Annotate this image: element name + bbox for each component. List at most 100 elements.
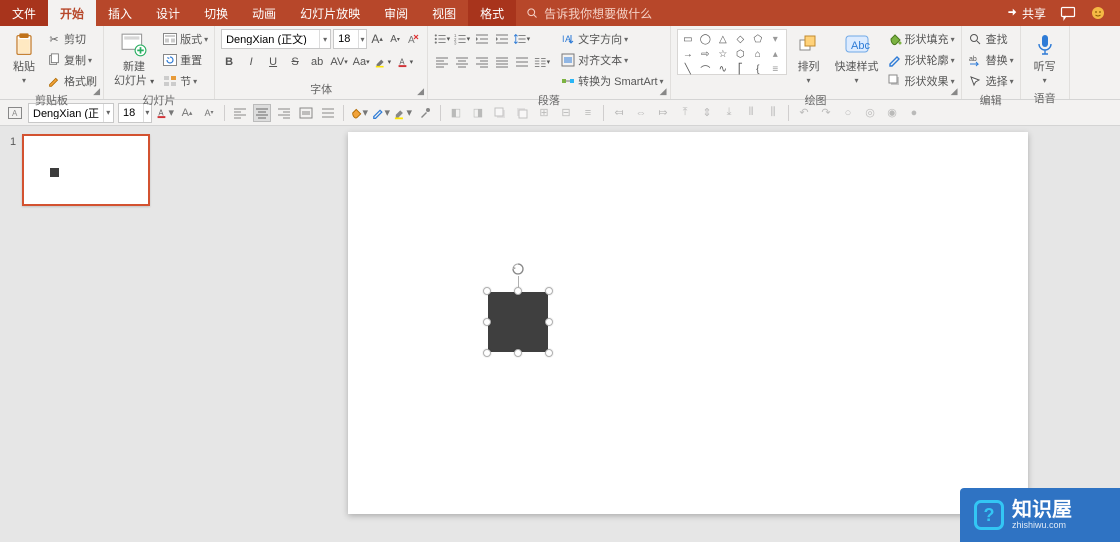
qat-circle-2[interactable]: ◎ <box>861 104 879 122</box>
qat-highlight[interactable]: ▾ <box>394 104 412 122</box>
layout-button[interactable]: 版式▾ <box>162 29 208 49</box>
qat-bring-front[interactable] <box>491 104 509 122</box>
shrink-font-button[interactable]: A▾ <box>387 31 403 47</box>
numbering-button[interactable]: 123▾ <box>454 31 470 47</box>
align-text-button[interactable]: 对齐文本▾ <box>560 50 663 70</box>
chevron-down-icon[interactable]: ▾ <box>319 30 330 48</box>
qat-align-middle[interactable] <box>297 104 315 122</box>
highlight-button[interactable]: ▾ <box>375 54 391 70</box>
resize-handle-b[interactable] <box>514 349 522 357</box>
resize-handle-bl[interactable] <box>483 349 491 357</box>
dictate-button[interactable]: 听写▾ <box>1027 29 1063 89</box>
paragraph-dialog-launcher[interactable]: ◢ <box>660 86 667 97</box>
qat-icon-1[interactable]: ◧ <box>447 104 465 122</box>
clipboard-dialog-launcher[interactable]: ◢ <box>93 86 100 97</box>
indent-dec-button[interactable] <box>474 31 490 47</box>
shape-effects-button[interactable]: 形状效果▾ <box>887 71 955 91</box>
qat-send-back[interactable] <box>513 104 531 122</box>
tab-insert[interactable]: 插入 <box>96 0 144 26</box>
rotation-handle[interactable] <box>511 262 525 276</box>
font-color-button[interactable]: A▾ <box>397 54 413 70</box>
italic-button[interactable]: I <box>243 54 259 70</box>
convert-smartart-button[interactable]: 转换为 SmartArt▾ <box>560 71 663 91</box>
qat-align-c[interactable]: ⇔ <box>632 104 650 122</box>
qat-circle-1[interactable]: ○ <box>839 104 857 122</box>
replace-button[interactable]: ab替换▾ <box>968 50 1014 70</box>
qat-circle-3[interactable]: ◉ <box>883 104 901 122</box>
shapes-gallery[interactable]: ▭◯△◇⬠▾ →⇨☆⬡⌂▴ ╲⌒∿⎡{≡ <box>677 29 787 75</box>
align-right-button[interactable] <box>474 54 490 70</box>
slide-canvas-area[interactable] <box>165 126 1120 542</box>
align-center-button[interactable] <box>454 54 470 70</box>
qat-align-right[interactable] <box>275 104 293 122</box>
qat-rotate-l[interactable]: ↶ <box>795 104 813 122</box>
resize-handle-t[interactable] <box>514 287 522 295</box>
qat-icon-2[interactable]: ◨ <box>469 104 487 122</box>
qat-align-l[interactable]: ⤆ <box>610 104 628 122</box>
copy-button[interactable]: 复制 ▾ <box>46 50 97 70</box>
qat-group[interactable]: ⊞ <box>535 104 553 122</box>
font-dialog-launcher[interactable]: ◢ <box>417 86 424 97</box>
resize-handle-tr[interactable] <box>545 287 553 295</box>
qat-dist-h[interactable]: ⫴ <box>742 104 760 122</box>
underline-button[interactable]: U <box>265 54 281 70</box>
change-case-button[interactable]: Aa▾ <box>353 54 369 70</box>
shadow-button[interactable]: ab <box>309 54 325 70</box>
tab-animations[interactable]: 动画 <box>240 0 288 26</box>
tab-view[interactable]: 视图 <box>420 0 468 26</box>
qat-dist-v[interactable]: ⫼ <box>764 104 782 122</box>
columns-button[interactable]: ▾ <box>534 54 550 70</box>
tab-transitions[interactable]: 切换 <box>192 0 240 26</box>
qat-fill[interactable]: ▾ <box>350 104 368 122</box>
tab-slideshow[interactable]: 幻灯片放映 <box>288 0 372 26</box>
format-painter-button[interactable]: 格式刷 <box>46 71 97 91</box>
section-button[interactable]: 节▾ <box>162 71 208 91</box>
bold-button[interactable]: B <box>221 54 237 70</box>
indent-inc-button[interactable] <box>494 31 510 47</box>
qat-align-left[interactable] <box>231 104 249 122</box>
qat-align-objects[interactable]: ≡ <box>579 104 597 122</box>
tab-format[interactable]: 格式 <box>468 0 516 26</box>
qat-font-size-input[interactable] <box>119 107 143 119</box>
reset-button[interactable]: 重置 <box>162 50 208 70</box>
paste-button[interactable]: 粘贴 ▾ <box>6 29 42 89</box>
qat-font-name-input[interactable] <box>29 107 103 119</box>
clear-format-button[interactable]: A <box>405 31 421 47</box>
slide-thumbnail-1[interactable] <box>22 134 150 206</box>
qat-align-m[interactable]: ⇕ <box>698 104 716 122</box>
qat-outline[interactable]: ▾ <box>372 104 390 122</box>
share-button[interactable]: 共享 <box>1004 5 1046 21</box>
qat-ungroup[interactable]: ⊟ <box>557 104 575 122</box>
resize-handle-r[interactable] <box>545 318 553 326</box>
resize-handle-l[interactable] <box>483 318 491 326</box>
new-slide-button[interactable]: 新建 幻灯片 ▾ <box>110 29 158 90</box>
qat-eyedropper[interactable] <box>416 104 434 122</box>
qat-align-t[interactable]: ⤒ <box>676 104 694 122</box>
face-icon[interactable] <box>1090 5 1106 21</box>
cut-button[interactable]: ✂剪切 <box>46 29 97 49</box>
char-spacing-button[interactable]: AV▾ <box>331 54 347 70</box>
qat-align-center[interactable] <box>253 104 271 122</box>
tab-review[interactable]: 审阅 <box>372 0 420 26</box>
font-name-combo[interactable]: ▾ <box>221 29 331 49</box>
font-name-input[interactable] <box>222 33 319 45</box>
arrange-button[interactable]: 排列▾ <box>791 29 827 89</box>
font-size-input[interactable] <box>334 33 358 45</box>
justify-button[interactable] <box>494 54 510 70</box>
distributed-button[interactable] <box>514 54 530 70</box>
tell-me-search[interactable]: 告诉我你想要做什么 <box>516 0 990 26</box>
text-direction-button[interactable]: IA文字方向▾ <box>560 29 663 49</box>
strike-button[interactable]: S <box>287 54 303 70</box>
line-spacing-button[interactable]: ▾ <box>514 31 530 47</box>
tab-file[interactable]: 文件 <box>0 0 48 26</box>
drawing-dialog-launcher[interactable]: ◢ <box>951 86 958 97</box>
tab-home[interactable]: 开始 <box>48 0 96 26</box>
font-size-combo[interactable]: ▾ <box>333 29 367 49</box>
resize-handle-br[interactable] <box>545 349 553 357</box>
tab-design[interactable]: 设计 <box>144 0 192 26</box>
comments-icon[interactable] <box>1060 5 1076 21</box>
select-button[interactable]: 选择▾ <box>968 71 1014 91</box>
grow-font-button[interactable]: A▴ <box>369 31 385 47</box>
qat-circle-4[interactable]: ● <box>905 104 923 122</box>
find-button[interactable]: 查找 <box>968 29 1014 49</box>
